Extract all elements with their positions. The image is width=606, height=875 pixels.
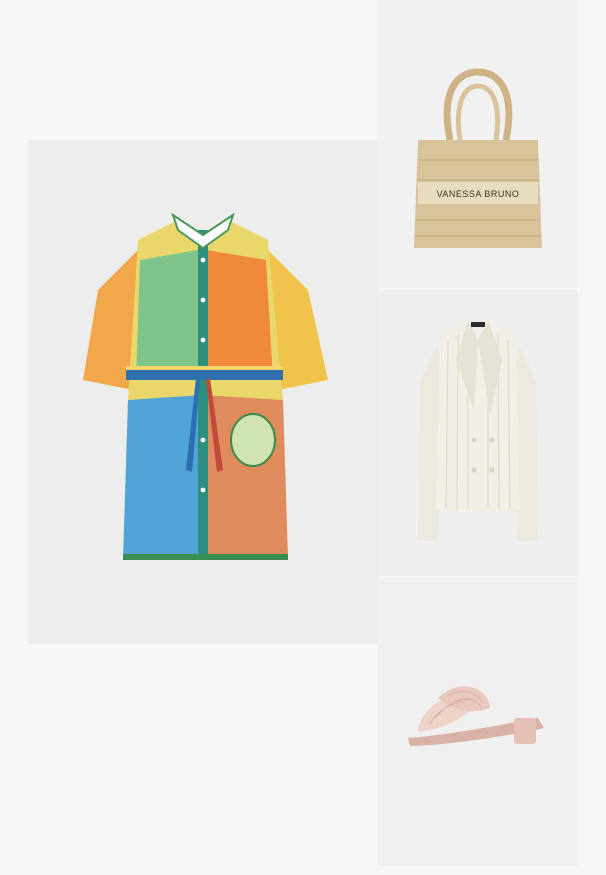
printed-shirt-dress-image bbox=[83, 212, 328, 560]
product-card-bag[interactable]: VANESSA BRUNO bbox=[378, 0, 578, 288]
pinstripe-blazer-image bbox=[418, 320, 538, 542]
product-card-dress[interactable] bbox=[28, 140, 378, 644]
tote-bag-image: VANESSA BRUNO bbox=[414, 68, 542, 248]
pleated-mule-sandal-image bbox=[408, 686, 544, 746]
product-card-blazer[interactable] bbox=[378, 290, 578, 576]
product-card-shoe[interactable] bbox=[378, 578, 578, 866]
svg-text:VANESSA BRUNO: VANESSA BRUNO bbox=[437, 189, 520, 199]
